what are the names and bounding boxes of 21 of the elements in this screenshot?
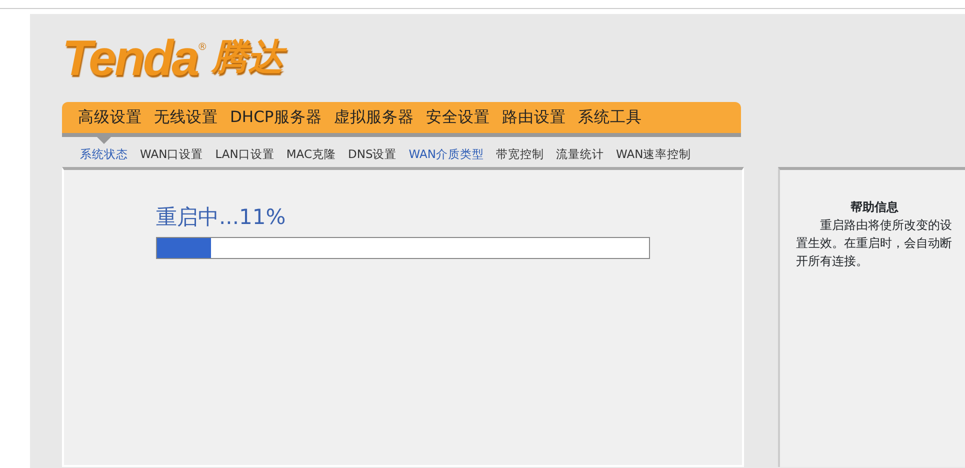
- submenu-link[interactable]: WAN口设置: [134, 137, 210, 164]
- help-title: 帮助信息: [850, 199, 900, 216]
- submenu-link[interactable]: MAC克隆: [280, 137, 342, 164]
- progress-text: 重启中...11%: [156, 205, 286, 230]
- help-text: 重启路由将使所改变的设置生效。在重启时，会自动断开所有连接。: [796, 217, 953, 270]
- logo-wordmark: Tenda: [62, 32, 198, 84]
- submenu-link[interactable]: 系统状态: [74, 137, 134, 164]
- menu-tab[interactable]: 系统工具: [572, 106, 648, 130]
- menu-tab[interactable]: 虚拟服务器: [328, 106, 420, 130]
- menu-tab[interactable]: 安全设置: [420, 106, 496, 130]
- submenu-link[interactable]: WAN介质类型: [402, 137, 490, 164]
- registered-mark: ®: [197, 42, 208, 53]
- menu-tab[interactable]: 高级设置: [72, 106, 148, 130]
- menu-tab[interactable]: DHCP服务器: [224, 106, 328, 130]
- submenu-link[interactable]: LAN口设置: [209, 137, 280, 164]
- submenu-link[interactable]: 流量统计: [550, 137, 610, 164]
- submenu-link[interactable]: WAN速率控制: [610, 137, 698, 164]
- submenu-link[interactable]: 带宽控制: [490, 137, 550, 164]
- menu-tab[interactable]: 无线设置: [148, 106, 224, 130]
- submenu-link[interactable]: DNS设置: [342, 137, 403, 164]
- menu-tab[interactable]: 路由设置: [496, 106, 572, 130]
